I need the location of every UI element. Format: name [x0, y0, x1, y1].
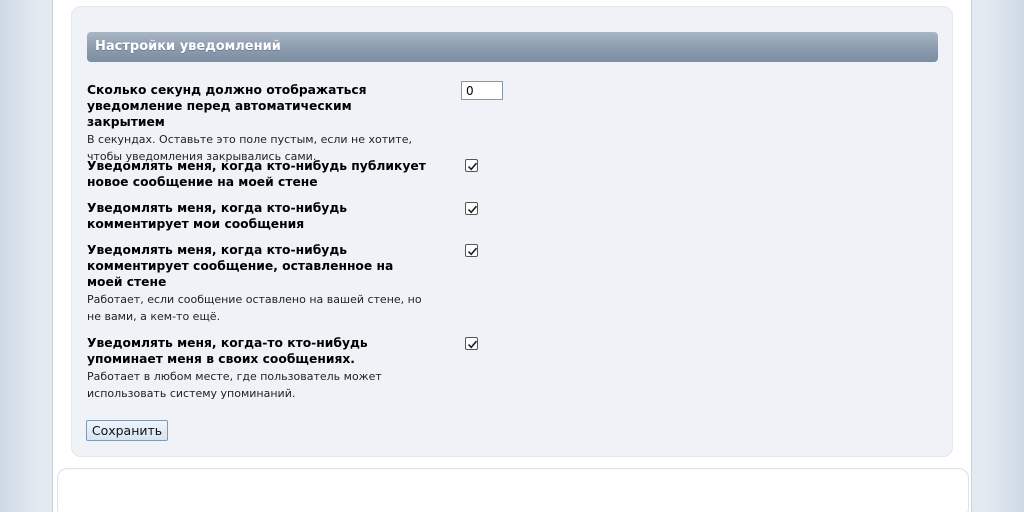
footer-box	[57, 468, 969, 512]
setting-hint: Работает в любом месте, где пользователь…	[87, 370, 382, 400]
setting-wall-post: Уведомлять меня, когда кто-нибудь публик…	[87, 158, 432, 190]
auto-close-seconds-input[interactable]	[461, 81, 503, 100]
setting-mentions: Уведомлять меня, когда-то кто-нибудь упо…	[87, 335, 432, 402]
setting-auto-close: Сколько секунд должно отображаться уведо…	[87, 82, 432, 165]
section-title: Настройки уведомлений	[87, 32, 938, 62]
check-icon	[467, 340, 478, 349]
check-icon	[467, 247, 478, 256]
setting-hint: Работает, если сообщение оставлено на ва…	[87, 293, 422, 323]
check-icon	[467, 162, 478, 171]
wall-post-checkbox[interactable]	[465, 159, 478, 172]
setting-label: Уведомлять меня, когда кто-нибудь коммен…	[87, 201, 348, 231]
mentions-checkbox[interactable]	[465, 337, 478, 350]
setting-label: Уведомлять меня, когда кто-нибудь публик…	[87, 159, 426, 189]
comments-wall-posts-checkbox[interactable]	[465, 244, 478, 257]
save-button[interactable]: Сохранить	[86, 420, 168, 441]
check-icon	[467, 205, 478, 214]
comments-my-posts-checkbox[interactable]	[465, 202, 478, 215]
setting-comments-my-posts: Уведомлять меня, когда кто-нибудь коммен…	[87, 200, 432, 232]
setting-comments-wall-posts: Уведомлять меня, когда кто-нибудь коммен…	[87, 242, 432, 325]
setting-label: Сколько секунд должно отображаться уведо…	[87, 83, 367, 129]
setting-label: Уведомлять меня, когда кто-нибудь коммен…	[87, 243, 394, 289]
setting-label: Уведомлять меня, когда-то кто-нибудь упо…	[87, 336, 368, 366]
